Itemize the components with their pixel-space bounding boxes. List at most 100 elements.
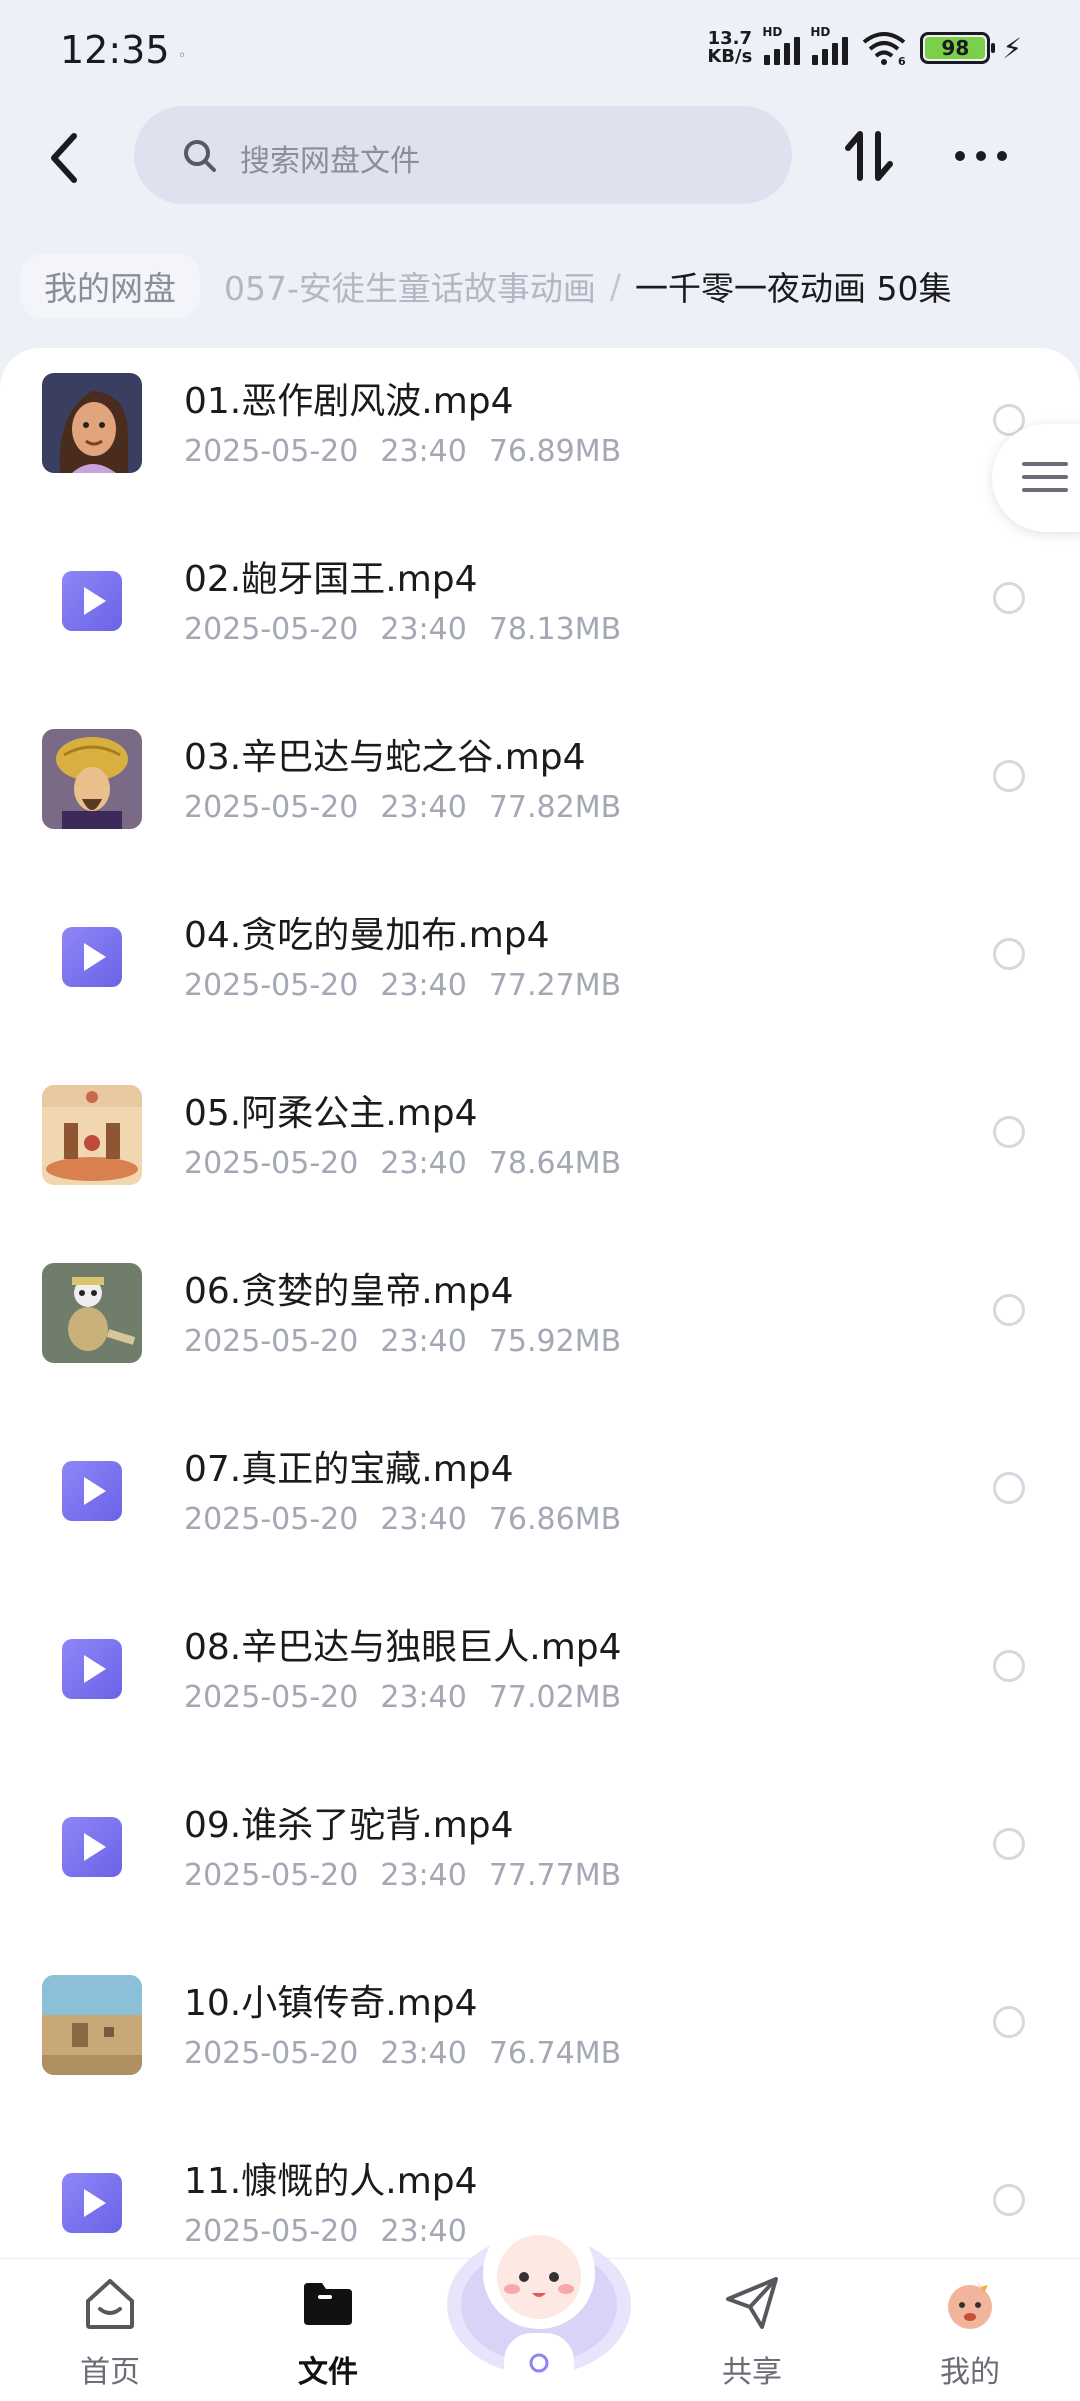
file-name: 10.小镇传奇.mp4	[184, 1983, 478, 2024]
file-name: 09.谁杀了驼背.mp4	[184, 1805, 514, 1846]
file-name: 07.真正的宝藏.mp4	[184, 1449, 514, 1490]
status-time: 12:35	[60, 28, 170, 72]
svg-text:6: 6	[898, 55, 906, 66]
file-size: 77.77MB	[488, 1858, 622, 1893]
file-name: 05.阿柔公主.mp4	[184, 1093, 478, 1134]
wifi-icon: 6	[863, 32, 906, 66]
file-date: 2025-05-20	[184, 1502, 359, 1537]
home-icon	[86, 2279, 134, 2329]
nav-mine[interactable]: 我的	[900, 2273, 1040, 2391]
select-radio[interactable]	[993, 760, 1025, 792]
select-radio[interactable]	[993, 1472, 1025, 1504]
notification-dot-icon: ◦	[178, 48, 187, 64]
video-thumbnail	[42, 1085, 142, 1185]
back-button[interactable]	[40, 128, 90, 188]
file-time: 23:40	[380, 968, 467, 1003]
nav-share[interactable]: 共享	[682, 2273, 822, 2391]
signal-icon: HD	[762, 25, 801, 65]
file-size: 78.64MB	[488, 1146, 622, 1181]
file-row[interactable]: 02.龅牙国王.mp4 2025-05-20 23:40 78.13MB	[0, 526, 1080, 704]
search-input[interactable]: 搜索网盘文件	[134, 106, 792, 204]
file-meta: 2025-05-20 23:40 76.74MB	[184, 2036, 643, 2071]
breadcrumb-current: 一千零一夜动画 50集	[635, 269, 952, 308]
file-size: 78.13MB	[488, 612, 622, 647]
breadcrumb-root[interactable]: 我的网盘	[20, 254, 200, 318]
file-meta: 2025-05-20 23:40 77.27MB	[184, 968, 643, 1003]
file-name: 02.龅牙国王.mp4	[184, 559, 478, 600]
file-size: 77.82MB	[488, 790, 622, 825]
battery-icon: 98	[920, 32, 996, 64]
video-file-icon	[62, 1817, 122, 1877]
top-bar: 搜索网盘文件	[0, 100, 1080, 210]
file-row[interactable]: 10.小镇传奇.mp4 2025-05-20 23:40 76.74MB	[0, 1950, 1080, 2128]
file-size: 76.74MB	[488, 2036, 622, 2071]
folder-icon	[304, 2283, 352, 2325]
select-radio[interactable]	[993, 582, 1025, 614]
file-date: 2025-05-20	[184, 612, 359, 647]
select-radio[interactable]	[993, 2006, 1025, 2038]
file-meta: 2025-05-20 23:40 75.92MB	[184, 1324, 643, 1359]
file-time: 23:40	[380, 434, 467, 469]
file-size: 77.02MB	[488, 1680, 622, 1715]
more-options-button[interactable]	[950, 126, 1012, 186]
file-size: 76.86MB	[488, 1502, 622, 1537]
file-date: 2025-05-20	[184, 2036, 359, 2071]
breadcrumb: 我的网盘 057-安徒生童话故事动画 / 一千零一夜动画 50集	[20, 248, 952, 324]
file-time: 23:40	[380, 612, 467, 647]
file-row[interactable]: 09.谁杀了驼背.mp4 2025-05-20 23:40 77.77MB	[0, 1772, 1080, 1950]
file-time: 23:40	[380, 1324, 467, 1359]
nav-share-label: 共享	[722, 2355, 782, 2390]
file-row[interactable]: 06.贪婪的皇帝.mp4 2025-05-20 23:40 75.92MB	[0, 1238, 1080, 1416]
video-file-icon	[62, 2173, 122, 2233]
select-radio[interactable]	[993, 938, 1025, 970]
file-meta: 2025-05-20 23:40 78.64MB	[184, 1146, 643, 1181]
nav-home[interactable]: 首页	[40, 2273, 180, 2391]
breadcrumb-separator: /	[609, 266, 622, 306]
sort-button[interactable]	[840, 126, 900, 186]
avatar	[948, 2279, 992, 2329]
file-time: 23:40	[380, 1502, 467, 1537]
file-date: 2025-05-20	[184, 968, 359, 1003]
file-row[interactable]: 01.恶作剧风波.mp4 2025-05-20 23:40 76.89MB	[0, 348, 1080, 526]
select-radio[interactable]	[993, 1116, 1025, 1148]
file-time: 23:40	[380, 1680, 467, 1715]
search-placeholder: 搜索网盘文件	[240, 144, 420, 179]
file-list: 01.恶作剧风波.mp4 2025-05-20 23:40 76.89MB 02.龅…	[0, 348, 1080, 2258]
select-radio[interactable]	[993, 1828, 1025, 1860]
file-date: 2025-05-20	[184, 790, 359, 825]
video-thumbnail	[42, 1263, 142, 1363]
file-size: 75.92MB	[488, 1324, 622, 1359]
status-bar: 12:35 ◦ 13.7 KB/s HD HD 6 98 ⚡	[0, 0, 1080, 100]
nav-files[interactable]: 文件	[258, 2273, 398, 2391]
mascot-assistant-button[interactable]	[446, 2205, 632, 2400]
file-meta: 2025-05-20 23:40 77.77MB	[184, 1858, 643, 1893]
file-row[interactable]: 03.辛巴达与蛇之谷.mp4 2025-05-20 23:40 77.82MB	[0, 704, 1080, 882]
network-speed-unit: KB/s	[707, 46, 753, 67]
file-row[interactable]: 08.辛巴达与独眼巨人.mp4 2025-05-20 23:40 77.02MB	[0, 1594, 1080, 1772]
file-row[interactable]: 07.真正的宝藏.mp4 2025-05-20 23:40 76.86MB	[0, 1416, 1080, 1594]
video-thumbnail	[42, 1975, 142, 2075]
file-time: 23:40	[380, 1146, 467, 1181]
breadcrumb-parent[interactable]: 057-安徒生童话故事动画	[224, 262, 596, 310]
hd-label-2: HD	[810, 25, 831, 39]
select-radio[interactable]	[993, 1294, 1025, 1326]
status-icons: 13.7 KB/s HD HD 6 98 ⚡	[707, 25, 1022, 66]
network-speed: 13.7 KB/s	[707, 30, 752, 66]
file-row[interactable]: 04.贪吃的曼加布.mp4 2025-05-20 23:40 77.27MB	[0, 882, 1080, 1060]
select-radio[interactable]	[993, 1650, 1025, 1682]
select-radio[interactable]	[993, 2184, 1025, 2216]
battery-level: 98	[925, 37, 986, 59]
file-name: 04.贪吃的曼加布.mp4	[184, 915, 550, 956]
file-name: 01.恶作剧风波.mp4	[184, 381, 514, 422]
menu-lines-icon	[1022, 462, 1068, 501]
file-size: 76.89MB	[488, 434, 622, 469]
file-name: 03.辛巴达与蛇之谷.mp4	[184, 737, 586, 778]
video-file-icon	[62, 1461, 122, 1521]
file-name: 06.贪婪的皇帝.mp4	[184, 1271, 514, 1312]
video-file-icon	[62, 571, 122, 631]
video-file-icon	[62, 1639, 122, 1699]
file-row[interactable]: 05.阿柔公主.mp4 2025-05-20 23:40 78.64MB	[0, 1060, 1080, 1238]
file-meta: 2025-05-20 23:40 76.89MB	[184, 434, 643, 469]
file-meta: 2025-05-20 23:40 77.02MB	[184, 1680, 643, 1715]
file-time: 23:40	[380, 1858, 467, 1893]
